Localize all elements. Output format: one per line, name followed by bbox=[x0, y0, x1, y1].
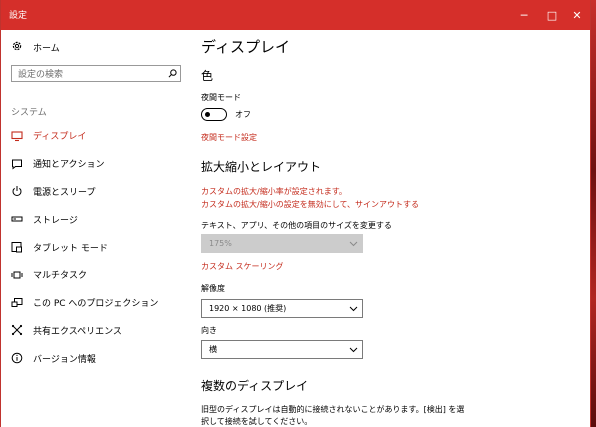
orientation-dropdown[interactable]: 横 bbox=[201, 340, 363, 359]
sidebar-item-tablet-mode[interactable]: タブレット モード bbox=[1, 233, 191, 261]
night-mode-label: 夜間モード bbox=[201, 93, 241, 102]
multitask-icon bbox=[11, 269, 23, 281]
sidebar-item-power[interactable]: 電源とスリープ bbox=[1, 178, 191, 206]
monitor-icon bbox=[11, 130, 23, 142]
chevron-down-icon bbox=[344, 241, 362, 247]
resolution-dropdown[interactable]: 1920 × 1080 (推奨) bbox=[201, 299, 363, 318]
search-icon[interactable] bbox=[164, 69, 180, 78]
sidebar-item-label: 電源とスリープ bbox=[33, 187, 96, 198]
sidebar-item-projecting[interactable]: この PC へのプロジェクション bbox=[1, 289, 191, 317]
chevron-down-icon bbox=[344, 306, 362, 312]
info-icon bbox=[11, 352, 23, 364]
scale-value: 175% bbox=[209, 239, 232, 248]
sidebar-item-label: 通知とアクション bbox=[33, 160, 105, 171]
sidebar-item-label: ディスプレイ bbox=[33, 132, 87, 143]
sidebar-nav: ディスプレイ 通知とアクション 電源とスリープ ストレージ タブレット モード … bbox=[1, 122, 191, 372]
multi-display-heading: 複数のディスプレイ bbox=[201, 379, 309, 393]
search-box[interactable]: 設定の検索 bbox=[11, 65, 181, 82]
sidebar-item-label: マルチタスク bbox=[33, 271, 88, 282]
sidebar-item-label: タブレット モード bbox=[33, 243, 108, 254]
minimize-button[interactable]: ─ bbox=[510, 0, 538, 30]
custom-scaling-link[interactable]: カスタム スケーリング bbox=[201, 261, 284, 272]
sidebar-item-notifications[interactable]: 通知とアクション bbox=[1, 150, 191, 178]
projection-icon bbox=[11, 297, 23, 309]
sidebar-item-storage[interactable]: ストレージ bbox=[1, 205, 191, 233]
scale-warning-line: カスタムの拡大/縮小率が設定されます。 bbox=[201, 187, 347, 196]
sidebar-item-about[interactable]: バージョン情報 bbox=[1, 344, 191, 372]
sidebar-item-label: この PC へのプロジェクション bbox=[33, 299, 159, 310]
power-icon bbox=[11, 185, 23, 197]
sidebar-item-display[interactable]: ディスプレイ bbox=[1, 122, 191, 150]
home-label: ホーム bbox=[33, 44, 60, 54]
scale-label: テキスト、アプリ、その他の項目のサイズを変更する bbox=[201, 221, 392, 230]
message-icon bbox=[11, 158, 23, 170]
multi-display-description: 旧型のディスプレイは自動的に接続されないことがあります。[検出] を選択して接続… bbox=[201, 405, 465, 426]
sidebar-item-shared-experiences[interactable]: 共有エクスペリエンス bbox=[1, 317, 191, 345]
sidebar-item-multitasking[interactable]: マルチタスク bbox=[1, 261, 191, 289]
section-label: システム bbox=[11, 108, 47, 118]
orientation-value: 横 bbox=[209, 345, 217, 354]
sidebar: ホーム 設定の検索 システム ディスプレイ 通知とアクション 電源とスリープ ス… bbox=[1, 30, 191, 427]
desktop-background bbox=[591, 0, 596, 427]
maximize-button[interactable]: □ bbox=[538, 0, 566, 30]
window-title: 設定 bbox=[9, 11, 28, 21]
sidebar-item-label: 共有エクスペリエンス bbox=[33, 326, 122, 337]
night-mode-state: オフ bbox=[235, 110, 251, 119]
main-content: ディスプレイ 色 夜間モード オフ 夜間モード設定 拡大縮小とレイアウト カスタ… bbox=[201, 30, 590, 427]
scale-heading: 拡大縮小とレイアウト bbox=[201, 160, 322, 174]
chevron-down-icon bbox=[344, 347, 362, 353]
scale-signout-link[interactable]: カスタムの拡大/縮小の設定を無効にして、サインアウトする bbox=[201, 198, 419, 211]
scale-warning: カスタムの拡大/縮小率が設定されます。 カスタムの拡大/縮小の設定を無効にして、… bbox=[201, 185, 419, 211]
sidebar-item-label: バージョン情報 bbox=[33, 354, 96, 365]
home-link[interactable]: ホーム bbox=[11, 40, 60, 55]
sidebar-item-label: ストレージ bbox=[33, 215, 78, 226]
resolution-value: 1920 × 1080 (推奨) bbox=[209, 304, 287, 313]
title-bar[interactable]: 設定 ─ □ ✕ bbox=[1, 0, 590, 30]
scale-dropdown[interactable]: 175% bbox=[201, 234, 363, 253]
page-title: ディスプレイ bbox=[201, 38, 290, 56]
night-mode-toggle[interactable] bbox=[201, 108, 227, 121]
storage-icon bbox=[11, 213, 23, 225]
toggle-knob bbox=[205, 111, 210, 117]
settings-window: 設定 ─ □ ✕ ホーム 設定の検索 システム ディスプレイ 通知とアクション … bbox=[0, 0, 591, 427]
night-mode-settings-link[interactable]: 夜間モード設定 bbox=[201, 132, 257, 143]
orientation-label: 向き bbox=[201, 326, 217, 335]
close-button[interactable]: ✕ bbox=[563, 0, 590, 30]
search-input[interactable]: 設定の検索 bbox=[12, 67, 164, 80]
gear-icon bbox=[11, 40, 23, 55]
resolution-label: 解像度 bbox=[201, 284, 225, 293]
color-heading: 色 bbox=[201, 69, 214, 83]
tablet-icon bbox=[11, 241, 23, 253]
shared-experiences-icon bbox=[11, 324, 23, 336]
